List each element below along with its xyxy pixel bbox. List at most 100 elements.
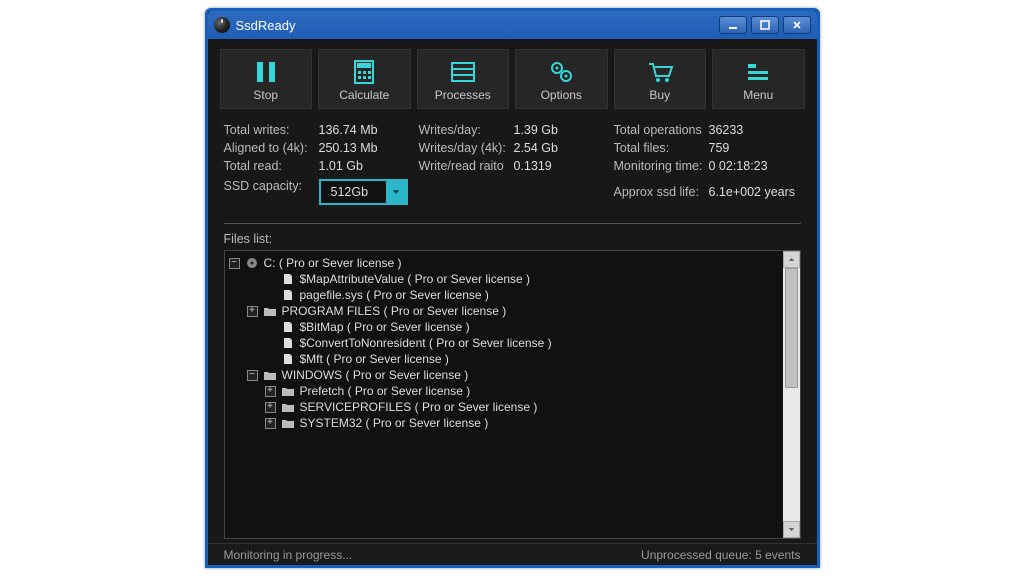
tree-row[interactable]: $BitMap ( Pro or Sever license ): [229, 319, 779, 335]
options-label: Options: [541, 88, 582, 102]
file-icon: [280, 288, 296, 302]
tree-item-label: C: ( Pro or Sever license ): [264, 256, 402, 270]
menu-button[interactable]: Menu: [712, 49, 805, 109]
expand-icon[interactable]: +: [265, 402, 276, 413]
minimize-button[interactable]: [719, 16, 747, 34]
files-tree[interactable]: − C: ( Pro or Sever license ) $MapAttribut…: [225, 251, 783, 538]
collapse-icon[interactable]: −: [229, 258, 240, 269]
total-files-label: Total files:: [614, 141, 709, 155]
processes-label: Processes: [435, 88, 491, 102]
processes-button[interactable]: Processes: [417, 49, 510, 109]
writes-day-4k-label: Writes/day (4k):: [419, 141, 514, 155]
tree-spacer: [265, 322, 276, 333]
tree-row[interactable]: + SYSTEM32 ( Pro or Sever license ): [229, 415, 779, 431]
menu-label: Menu: [743, 88, 773, 102]
tree-item-label: $BitMap ( Pro or Sever license ): [300, 320, 470, 334]
toolbar: Stop Calculate Processes Options Buy Men…: [208, 39, 817, 115]
writes-day-4k-value: 2.54 Gb: [514, 141, 558, 155]
mon-time-value: 0 02:18:23: [709, 159, 768, 173]
scroll-track[interactable]: [783, 268, 800, 521]
tree-row[interactable]: $Mft ( Pro or Sever license ): [229, 351, 779, 367]
buy-label: Buy: [649, 88, 670, 102]
capacity-value: 512Gb: [321, 185, 387, 199]
collapse-icon[interactable]: −: [247, 370, 258, 381]
stop-label: Stop: [253, 88, 278, 102]
tree-row[interactable]: + Prefetch ( Pro or Sever license ): [229, 383, 779, 399]
wr-ratio-label: Write/read raito: [419, 159, 514, 173]
stop-button[interactable]: Stop: [220, 49, 313, 109]
options-button[interactable]: Options: [515, 49, 608, 109]
total-ops-value: 36233: [709, 123, 744, 137]
file-icon: [280, 336, 296, 350]
folder-icon: [262, 368, 278, 382]
content-area: Stop Calculate Processes Options Buy Men…: [208, 39, 817, 565]
status-right: Unprocessed queue: 5 events: [641, 548, 800, 562]
total-ops-label: Total operations: [614, 123, 709, 137]
chevron-down-icon[interactable]: [386, 181, 406, 203]
gears-icon: [546, 58, 576, 86]
tree-item-label: WINDOWS ( Pro or Sever license ): [282, 368, 469, 382]
file-icon: [280, 272, 296, 286]
disk-icon: [244, 256, 260, 270]
tree-item-label: pagefile.sys ( Pro or Sever license ): [300, 288, 489, 302]
status-left: Monitoring in progress...: [224, 548, 353, 562]
scroll-thumb[interactable]: [785, 268, 798, 388]
tree-spacer: [265, 354, 276, 365]
tree-item-label: SYSTEM32 ( Pro or Sever license ): [300, 416, 489, 430]
tree-row[interactable]: pagefile.sys ( Pro or Sever license ): [229, 287, 779, 303]
menu-icon: [743, 58, 773, 86]
expand-icon[interactable]: +: [247, 306, 258, 317]
tree-item-label: $MapAttributeValue ( Pro or Sever licens…: [300, 272, 531, 286]
scrollbar[interactable]: [783, 251, 800, 538]
writes-day-value: 1.39 Gb: [514, 123, 558, 137]
total-read-label: Total read:: [224, 159, 319, 173]
folder-icon: [262, 304, 278, 318]
file-icon: [280, 320, 296, 334]
divider: [224, 223, 801, 224]
files-list-label: Files list:: [208, 230, 817, 250]
pause-icon: [251, 58, 281, 86]
folder-icon: [280, 416, 296, 430]
wr-ratio-value: 0.1319: [514, 159, 552, 173]
close-button[interactable]: [783, 16, 811, 34]
approx-life-label: Approx ssd life:: [614, 185, 709, 199]
processes-icon: [448, 58, 478, 86]
total-files-value: 759: [709, 141, 730, 155]
files-tree-container: − C: ( Pro or Sever license ) $MapAttribut…: [224, 250, 801, 539]
approx-life-value: 6.1e+002 years: [709, 185, 796, 199]
tree-row[interactable]: $ConvertToNonresident ( Pro or Sever lic…: [229, 335, 779, 351]
statusbar: Monitoring in progress... Unprocessed qu…: [208, 543, 817, 565]
tree-row[interactable]: +SERVICEPROFILES ( Pro or Sever license …: [229, 399, 779, 415]
tree-row[interactable]: + PROGRAM FILES ( Pro or Sever license ): [229, 303, 779, 319]
scroll-down-button[interactable]: [783, 521, 800, 538]
total-writes-label: Total writes:: [224, 123, 319, 137]
tree-row[interactable]: − WINDOWS ( Pro or Sever license ): [229, 367, 779, 383]
scroll-up-button[interactable]: [783, 251, 800, 268]
capacity-select[interactable]: 512Gb: [319, 179, 409, 205]
file-icon: [280, 352, 296, 366]
titlebar[interactable]: SsdReady: [208, 11, 817, 39]
maximize-button[interactable]: [751, 16, 779, 34]
folder-icon: [280, 400, 296, 414]
app-window: SsdReady Stop Calculate Processes Option: [205, 8, 820, 568]
total-read-value: 1.01 Gb: [319, 159, 363, 173]
tree-spacer: [265, 274, 276, 285]
tree-spacer: [265, 290, 276, 301]
total-writes-value: 136.74 Mb: [319, 123, 378, 137]
tree-item-label: $ConvertToNonresident ( Pro or Sever lic…: [300, 336, 552, 350]
tree-row[interactable]: $MapAttributeValue ( Pro or Sever licens…: [229, 271, 779, 287]
expand-icon[interactable]: +: [265, 418, 276, 429]
tree-row[interactable]: − C: ( Pro or Sever license ): [229, 255, 779, 271]
tree-item-label: PROGRAM FILES ( Pro or Sever license ): [282, 304, 507, 318]
cart-icon: [645, 58, 675, 86]
buy-button[interactable]: Buy: [614, 49, 707, 109]
calculator-icon: [349, 58, 379, 86]
capacity-label: SSD capacity:: [224, 179, 319, 205]
app-icon: [214, 17, 230, 33]
app-title: SsdReady: [236, 18, 296, 33]
expand-icon[interactable]: +: [265, 386, 276, 397]
writes-day-label: Writes/day:: [419, 123, 514, 137]
tree-item-label: Prefetch ( Pro or Sever license ): [300, 384, 471, 398]
calculate-button[interactable]: Calculate: [318, 49, 411, 109]
mon-time-label: Monitoring time:: [614, 159, 709, 173]
